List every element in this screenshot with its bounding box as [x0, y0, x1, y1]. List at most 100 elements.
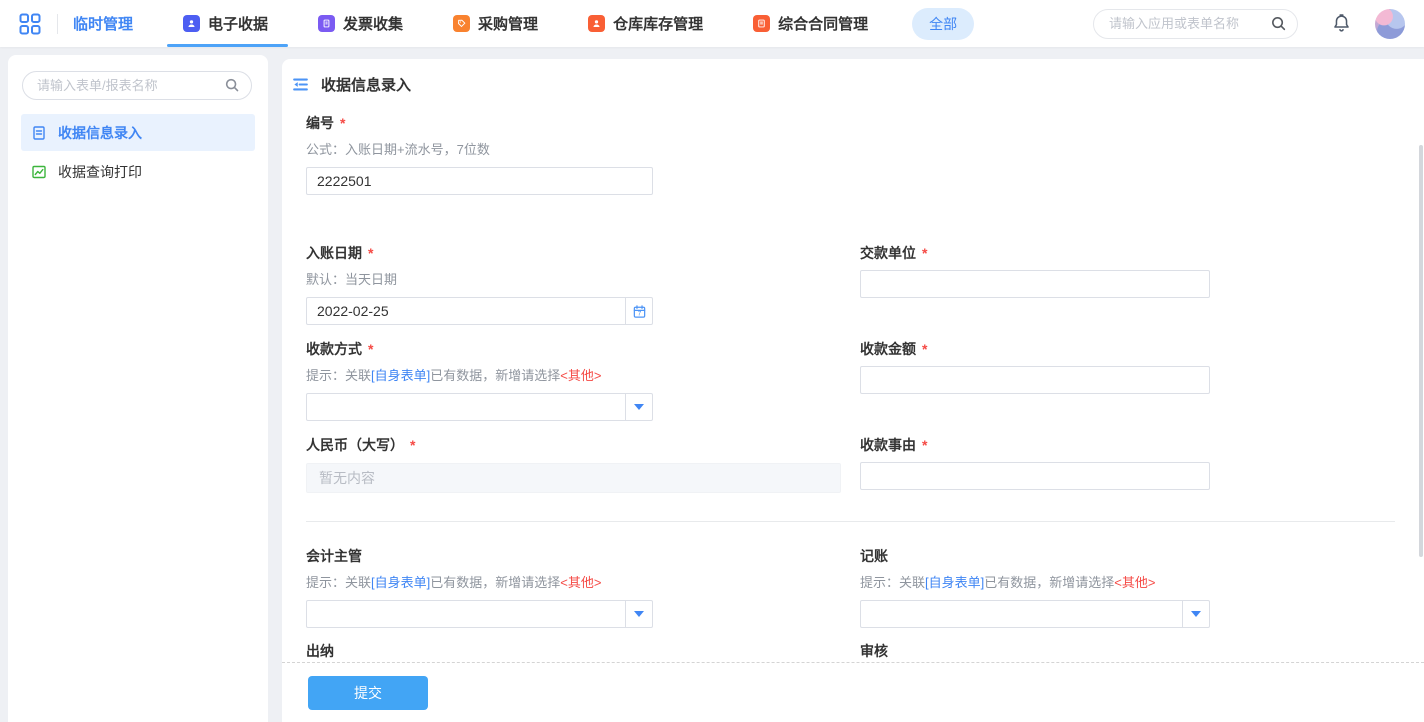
- field-label: 出纳: [306, 643, 334, 659]
- field-helper: 提示：关联[自身表单]已有数据，新增请选择<其他>: [860, 574, 1210, 592]
- field-label: 交款单位: [860, 245, 916, 261]
- field-label: 收款事由: [860, 437, 916, 453]
- form-footer: 提交: [282, 662, 1424, 722]
- tab-purchase-management[interactable]: 采购管理: [453, 0, 538, 47]
- payment-method-value[interactable]: [307, 394, 625, 420]
- required-mark: *: [922, 437, 927, 453]
- field-rmb-caps: 人民币（大写） *: [306, 435, 860, 493]
- field-helper: 提示：关联[自身表单]已有数据，新增请选择<其他>: [306, 367, 860, 385]
- receipt-app-icon: [183, 15, 200, 32]
- tab-label: 发票收集: [343, 13, 403, 34]
- sidebar-search-input[interactable]: [22, 71, 252, 100]
- top-navbar: 临时管理 电子收据 发票收集 采购管理 仓库库存管理 综合合同管理 全部: [0, 0, 1424, 47]
- rmb-caps-input: [306, 463, 841, 493]
- reason-input[interactable]: [860, 462, 1210, 490]
- bell-icon[interactable]: [1332, 13, 1351, 34]
- user-avatar[interactable]: [1375, 9, 1405, 39]
- field-label: 收款方式: [306, 341, 362, 357]
- required-mark: *: [368, 245, 373, 261]
- field-amount: 收款金额 *: [860, 339, 1210, 394]
- receipt-form: 编号 * 公式：入账日期+流水号，7位数 入账日期 * 默认：当天日期: [282, 113, 1424, 661]
- tab-warehouse-inventory[interactable]: 仓库库存管理: [588, 0, 703, 47]
- sidebar-search: [22, 71, 252, 100]
- menu-fold-icon[interactable]: [291, 75, 310, 94]
- invoice-app-icon: [318, 15, 335, 32]
- chevron-down-icon[interactable]: [1182, 601, 1209, 627]
- accounting-supervisor-value[interactable]: [307, 601, 625, 627]
- vertical-scrollbar[interactable]: [1419, 145, 1423, 557]
- all-apps-badge[interactable]: 全部: [912, 8, 974, 40]
- hint-form-link: [自身表单]: [371, 575, 430, 590]
- chart-icon: [31, 164, 47, 180]
- contract-app-icon: [753, 15, 770, 32]
- payer-unit-input[interactable]: [860, 270, 1210, 298]
- apps-grid-icon[interactable]: [18, 12, 42, 36]
- tab-label: 综合合同管理: [778, 13, 868, 34]
- nav-search-input[interactable]: [1093, 9, 1298, 39]
- tab-electronic-receipt[interactable]: 电子收据: [183, 0, 268, 47]
- tab-invoice-collection[interactable]: 发票收集: [318, 0, 403, 47]
- hint-form-link: [自身表单]: [925, 575, 984, 590]
- date-picker-field: 7: [306, 297, 653, 325]
- search-icon[interactable]: [224, 77, 240, 96]
- hint-other: <其他>: [560, 368, 601, 383]
- field-label: 编号: [306, 115, 334, 131]
- accounting-supervisor-select[interactable]: [306, 600, 653, 628]
- submit-button[interactable]: 提交: [308, 676, 428, 710]
- search-icon[interactable]: [1270, 15, 1287, 35]
- hint-form-link: [自身表单]: [371, 368, 430, 383]
- page-header: 收据信息录入: [282, 59, 1424, 98]
- bookkeeping-select[interactable]: [860, 600, 1210, 628]
- hint-other: <其他>: [1114, 575, 1155, 590]
- required-mark: *: [340, 115, 345, 131]
- sidebar-item-receipt-entry[interactable]: 收据信息录入: [21, 114, 255, 151]
- tab-label: 采购管理: [478, 13, 538, 34]
- field-label: 人民币（大写）: [306, 437, 404, 453]
- field-auditor: 审核: [860, 641, 1210, 661]
- required-mark: *: [922, 341, 927, 357]
- nav-search: [1093, 9, 1298, 39]
- svg-text:7: 7: [637, 310, 641, 317]
- field-bookkeeping: 记账 提示：关联[自身表单]已有数据，新增请选择<其他>: [860, 546, 1210, 628]
- amount-input[interactable]: [860, 366, 1210, 394]
- field-helper: 公式：入账日期+流水号，7位数: [306, 141, 1400, 159]
- field-helper: 提示：关联[自身表单]已有数据，新增请选择<其他>: [306, 574, 860, 592]
- chevron-down-icon[interactable]: [625, 601, 652, 627]
- page-title: 收据信息录入: [321, 74, 411, 95]
- number-input[interactable]: [306, 167, 653, 195]
- field-entry-date: 入账日期 * 默认：当天日期 7: [306, 243, 860, 325]
- entry-date-input[interactable]: [307, 298, 625, 324]
- tab-contract-management[interactable]: 综合合同管理: [753, 0, 868, 47]
- payment-method-select[interactable]: [306, 393, 653, 421]
- field-label: 会计主管: [306, 548, 362, 564]
- section-divider: [306, 521, 1395, 522]
- hint-other: <其他>: [560, 575, 601, 590]
- sidebar-item-receipt-print[interactable]: 收据查询打印: [21, 153, 255, 190]
- field-cashier: 出纳: [306, 641, 860, 661]
- field-label: 收款金额: [860, 341, 916, 357]
- field-payment-method: 收款方式 * 提示：关联[自身表单]已有数据，新增请选择<其他>: [306, 339, 860, 421]
- field-payer-unit: 交款单位 *: [860, 243, 1210, 298]
- tab-label: 电子收据: [208, 13, 268, 34]
- tab-label: 仓库库存管理: [613, 13, 703, 34]
- sidebar-item-label: 收据查询打印: [58, 162, 142, 182]
- field-number: 编号 * 公式：入账日期+流水号，7位数: [306, 113, 1400, 195]
- field-label: 审核: [860, 643, 888, 659]
- field-label: 入账日期: [306, 245, 362, 261]
- bookkeeping-value[interactable]: [861, 601, 1182, 627]
- field-label: 记账: [860, 548, 888, 564]
- calendar-icon[interactable]: 7: [625, 298, 652, 324]
- required-mark: *: [368, 341, 373, 357]
- sidebar: 收据信息录入 收据查询打印: [8, 55, 268, 722]
- required-mark: *: [922, 245, 927, 261]
- nav-divider: [57, 14, 58, 34]
- sidebar-item-label: 收据信息录入: [58, 123, 142, 143]
- field-helper: 默认：当天日期: [306, 271, 860, 289]
- nav-app-menu[interactable]: 临时管理: [73, 13, 133, 34]
- purchase-app-icon: [453, 15, 470, 32]
- field-reason: 收款事由 *: [860, 435, 1210, 490]
- chevron-down-icon[interactable]: [625, 394, 652, 420]
- required-mark: *: [410, 437, 415, 453]
- main-panel: 收据信息录入 编号 * 公式：入账日期+流水号，7位数 入账日期 * 默认：当天日期: [282, 59, 1424, 722]
- document-icon: [31, 125, 47, 141]
